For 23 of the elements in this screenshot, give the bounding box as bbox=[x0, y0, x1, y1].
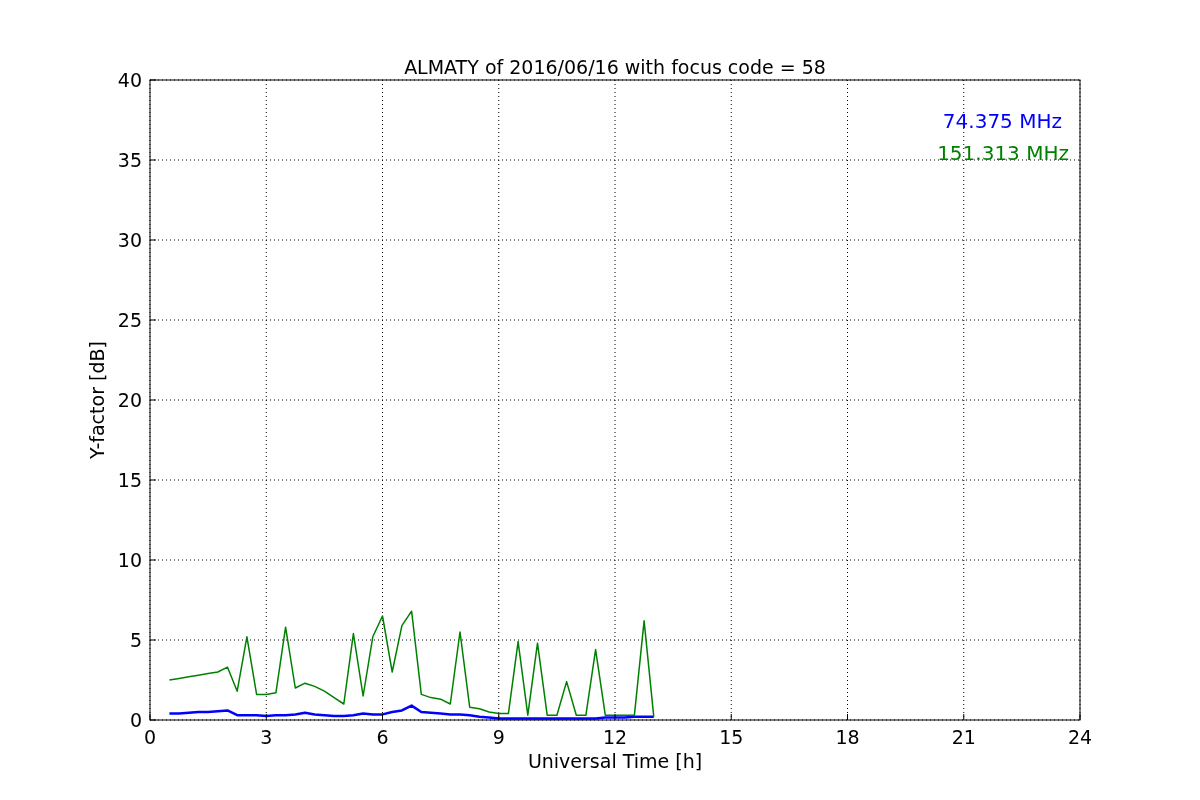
tick-label: 25 bbox=[117, 309, 142, 331]
tick-label: 10 bbox=[117, 549, 142, 571]
tick-label: 6 bbox=[376, 726, 389, 748]
y-axis-label: Y-factor [dB] bbox=[86, 341, 108, 459]
tick-label: 21 bbox=[951, 726, 976, 748]
legend-label: 74.375 MHz bbox=[942, 109, 1062, 133]
tick-label: 30 bbox=[117, 229, 142, 251]
tick-label: 18 bbox=[835, 726, 860, 748]
tick-label: 15 bbox=[117, 469, 142, 491]
tick-label: 0 bbox=[143, 726, 157, 748]
tick-label: 15 bbox=[719, 726, 744, 748]
tick-label: 40 bbox=[117, 69, 142, 91]
chart-title: ALMATY of 2016/06/16 with focus code = 58 bbox=[404, 56, 826, 78]
tick-label: 12 bbox=[602, 726, 628, 748]
tick-label: 5 bbox=[129, 629, 142, 651]
tick-label: 3 bbox=[260, 726, 273, 748]
tick-label: 24 bbox=[1067, 726, 1093, 748]
tick-label: 20 bbox=[117, 389, 142, 411]
legend-label: 151.313 MHz bbox=[937, 141, 1069, 165]
tick-label: 9 bbox=[492, 726, 505, 748]
tick-label: 0 bbox=[129, 709, 142, 731]
tick-label: 35 bbox=[117, 149, 142, 171]
x-axis-label: Universal Time [h] bbox=[527, 750, 703, 772]
